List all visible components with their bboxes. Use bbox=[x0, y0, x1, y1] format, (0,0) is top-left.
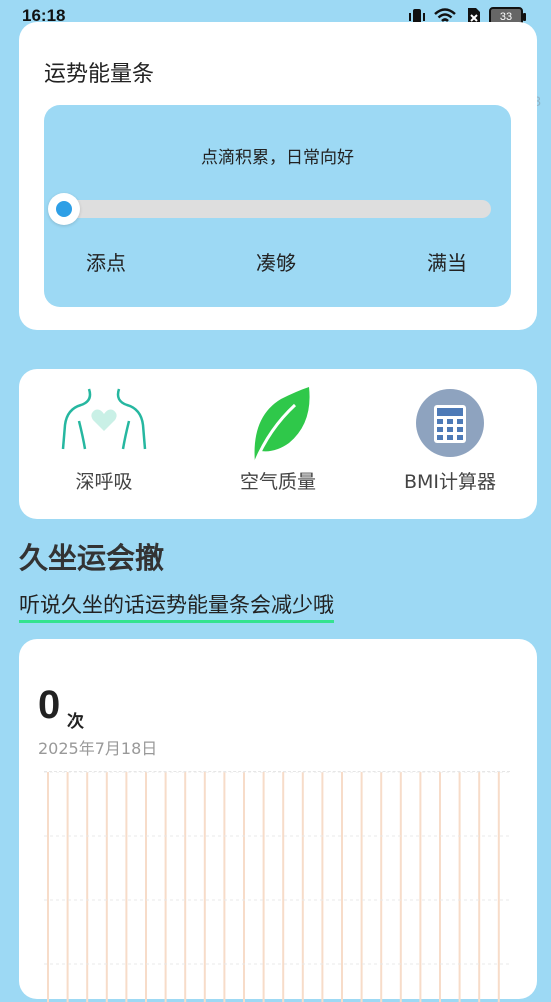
tool-bmi-label: BMI计算器 bbox=[403, 471, 497, 493]
energy-card-title: 运势能量条 bbox=[44, 62, 155, 87]
deep-breath-body-icon bbox=[61, 388, 147, 450]
energy-slider-track[interactable] bbox=[64, 200, 491, 218]
energy-label-mid: 凑够 bbox=[256, 251, 296, 275]
energy-motto: 点滴积累，日常向好 bbox=[201, 148, 354, 168]
tool-air-quality-label: 空气质量 bbox=[239, 471, 316, 493]
sitting-chart-grid bbox=[44, 771, 510, 1002]
energy-label-full: 满当 bbox=[427, 251, 467, 275]
tool-air-quality[interactable]: 空气质量 bbox=[203, 385, 353, 510]
tool-deep-breath-label: 深呼吸 bbox=[75, 471, 133, 493]
energy-slider-thumb[interactable] bbox=[48, 193, 80, 225]
sitting-count-value: 0 bbox=[38, 683, 61, 727]
sitting-section-subtitle: 听说久坐的话运势能量条会减少哦 bbox=[19, 589, 334, 623]
energy-panel: 点滴积累，日常向好 添点 凑够 满当 bbox=[44, 105, 511, 307]
tool-bmi[interactable]: BMI计算器 bbox=[375, 385, 525, 510]
energy-label-low: 添点 bbox=[86, 251, 126, 275]
sitting-section-title: 久坐运会撤 bbox=[19, 541, 165, 575]
calculator-icon bbox=[416, 389, 484, 457]
sitting-count-unit: 次 bbox=[67, 712, 84, 732]
sitting-count-date: 2025年7月18日 bbox=[38, 739, 158, 758]
sitting-count-card: 0 次 2025年7月18日 bbox=[19, 639, 537, 1002]
tools-card: 深呼吸 空气质量 BMI计算器 bbox=[19, 369, 537, 519]
leaf-icon bbox=[253, 387, 310, 464]
tool-deep-breath[interactable]: 深呼吸 bbox=[29, 385, 179, 510]
energy-card: 运势能量条 点滴积累，日常向好 添点 凑够 满当 bbox=[19, 22, 537, 330]
